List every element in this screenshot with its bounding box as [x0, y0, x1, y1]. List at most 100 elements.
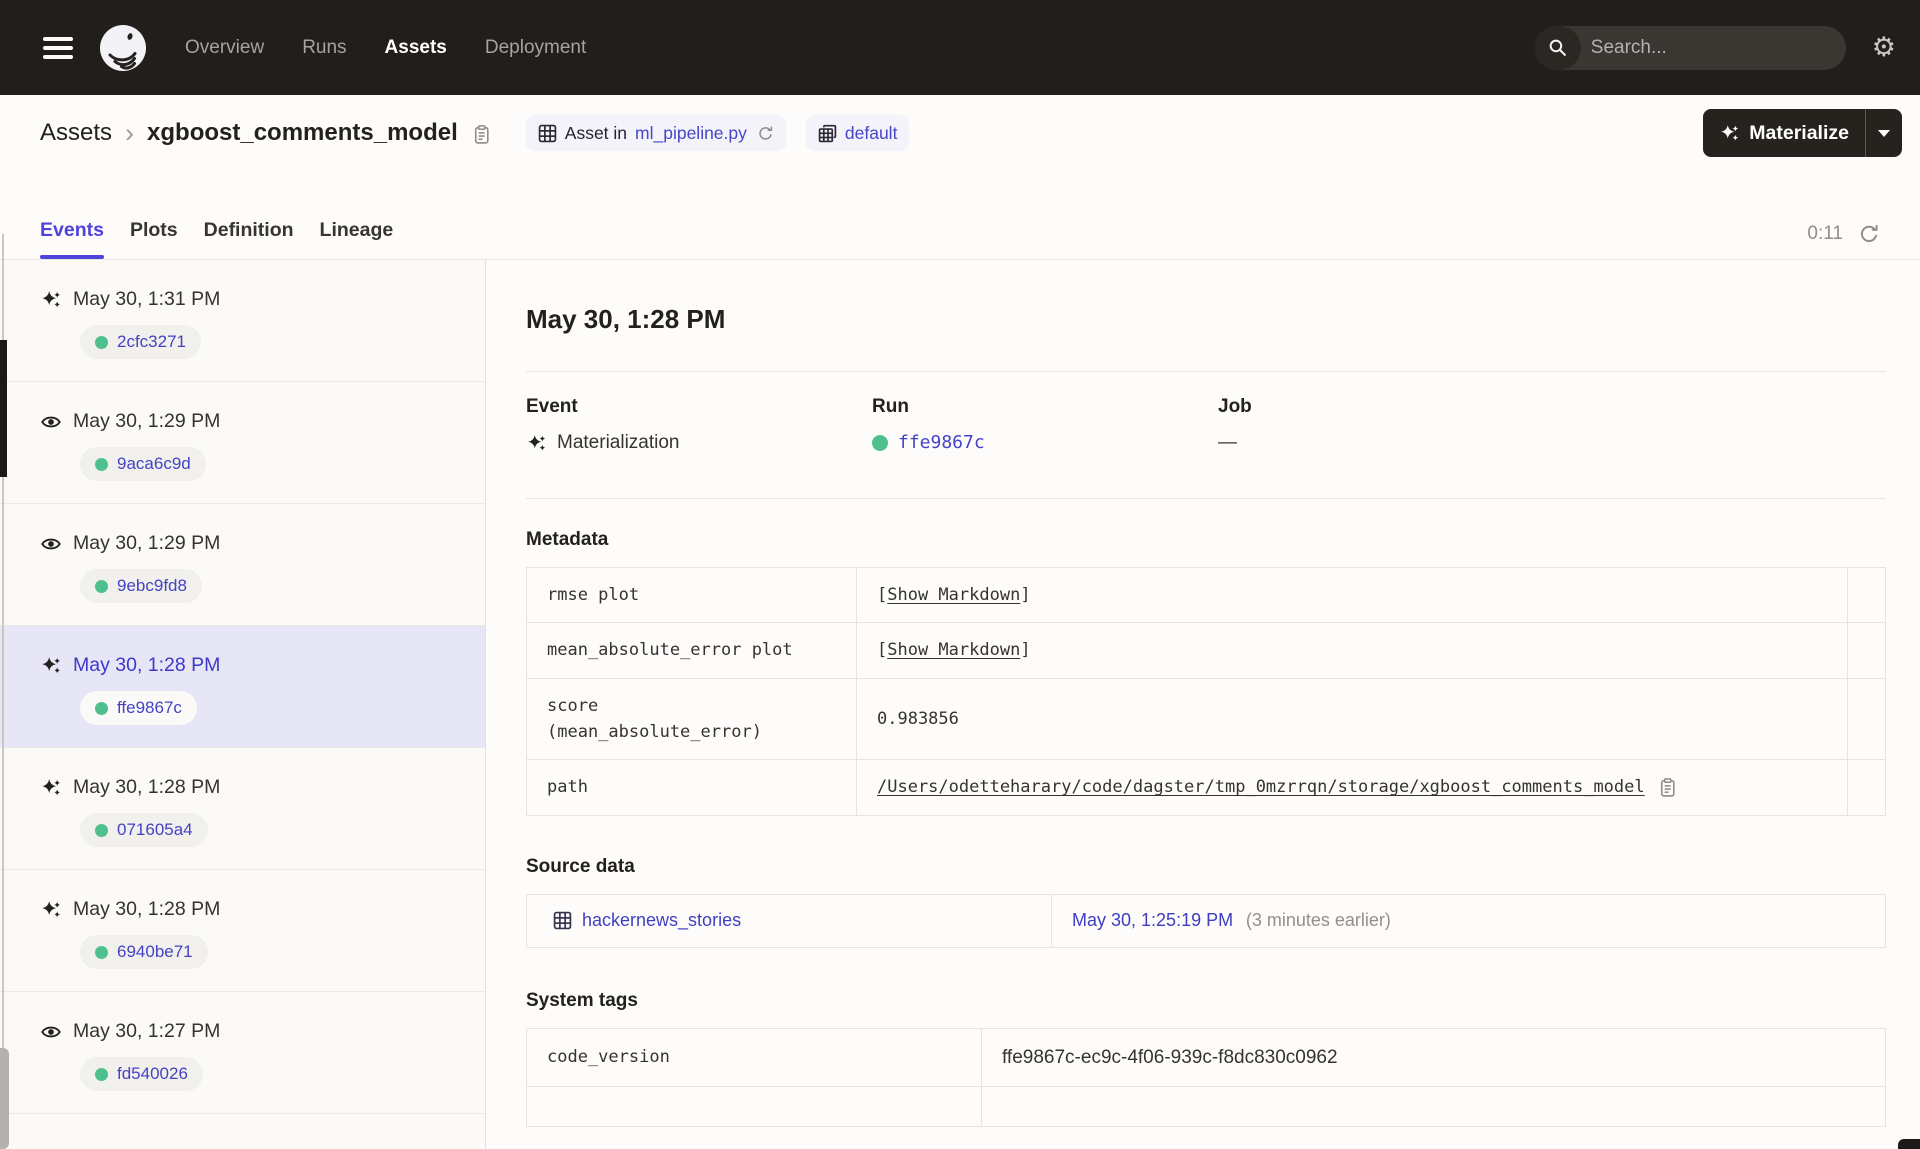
pipeline-file-link[interactable]: ml_pipeline.py: [635, 123, 747, 144]
event-list-item[interactable]: May 30, 1:28 PM ffe9867c: [0, 626, 485, 748]
event-list-item[interactable]: May 30, 1:28 PM 071605a4: [0, 748, 485, 870]
metadata-extra-cell: [1847, 622, 1886, 679]
event-list-item[interactable]: May 30, 1:31 PM 2cfc3271: [0, 260, 485, 382]
refresh-icon[interactable]: [1858, 223, 1880, 245]
run-id-link[interactable]: 6940be71: [117, 942, 193, 962]
left-scrollbar-thumb[interactable]: [0, 1048, 9, 1149]
event-list-item[interactable]: May 30, 1:29 PM 9aca6c9d: [0, 382, 485, 504]
tab-plots[interactable]: Plots: [130, 171, 178, 259]
metadata-row: rmse plot [Show Markdown]: [526, 566, 1886, 624]
group-tag-default[interactable]: default: [805, 115, 910, 151]
divider: [526, 371, 1886, 372]
run-status-dot: [95, 579, 108, 593]
reload-definitions-icon[interactable]: [757, 125, 774, 142]
gear-icon[interactable]: ⚙: [1872, 34, 1896, 61]
sparkle-icon: [1721, 124, 1739, 140]
run-id-pill[interactable]: fd540026: [80, 1057, 203, 1091]
run-id-pill[interactable]: 2cfc3271: [80, 325, 201, 359]
divider: [526, 498, 1886, 499]
page-title: xgboost_comments_model: [147, 119, 458, 146]
materialization-icon: [40, 289, 62, 311]
copy-path-icon[interactable]: [1657, 777, 1678, 798]
nav-item-deployment[interactable]: Deployment: [485, 37, 586, 59]
run-status-dot: [95, 335, 108, 349]
dagster-logo-icon[interactable]: [99, 24, 147, 72]
metadata-key: score (mean_absolute_error): [526, 677, 857, 761]
source-event-note: (3 minutes earlier): [1245, 909, 1391, 930]
metadata-key: path: [526, 759, 857, 816]
top-nav: Overview Runs Assets Deployment / ⚙: [0, 0, 1920, 95]
show-markdown-link[interactable]: [Show Markdown]: [877, 640, 1031, 660]
materialization-icon: [528, 434, 546, 450]
event-timestamp: May 30, 1:29 PM: [73, 410, 221, 432]
source-data-table: hackernews_stories May 30, 1:25:19 PM (3…: [526, 893, 1886, 948]
materialize-split-button: Materialize: [1703, 109, 1902, 157]
run-id-link[interactable]: 2cfc3271: [117, 332, 186, 352]
tab-lineage[interactable]: Lineage: [320, 171, 394, 259]
observation-icon: [40, 411, 62, 433]
hamburger-menu-icon[interactable]: [43, 32, 73, 64]
metadata-extra-cell: [1847, 677, 1886, 761]
asset-table-icon: [553, 911, 572, 930]
event-timestamp: May 30, 1:27 PM: [73, 1020, 221, 1042]
run-status-dot: [872, 434, 888, 451]
asset-group-icon: [818, 124, 837, 143]
materialize-button[interactable]: Materialize: [1703, 109, 1865, 157]
path-link[interactable]: /Users/odetteharary/code/dagster/tmp_0mz…: [877, 774, 1645, 800]
run-id-link[interactable]: 9ebc9fd8: [117, 576, 187, 596]
materialization-icon: [40, 899, 62, 921]
metadata-table: rmse plot [Show Markdown] mean_absolute_er…: [526, 566, 1886, 816]
metadata-extra-cell: [1847, 759, 1886, 816]
run-id-pill[interactable]: 6940be71: [80, 935, 208, 969]
search-input[interactable]: [1580, 36, 1846, 59]
materialize-dropdown-button[interactable]: [1866, 109, 1902, 157]
metadata-row: mean_absolute_error plot [Show Markdown]: [526, 622, 1886, 679]
source-event-time-link[interactable]: May 30, 1:25:19 PM: [1072, 910, 1233, 930]
run-id-link[interactable]: ffe9867c: [117, 698, 182, 718]
run-id-link[interactable]: ffe9867c: [898, 432, 985, 453]
nav-links: Overview Runs Assets Deployment: [185, 37, 586, 59]
event-list-item[interactable]: May 30, 1:29 PM 9ebc9fd8: [0, 504, 485, 626]
observation-icon: [40, 533, 62, 555]
run-id-pill[interactable]: 9ebc9fd8: [80, 569, 202, 603]
job-value: —: [1218, 432, 1237, 453]
run-id-pill[interactable]: 071605a4: [80, 813, 208, 847]
materialization-icon: [40, 777, 62, 799]
event-column-label: Event: [526, 396, 578, 417]
code-location-icon: [538, 124, 557, 143]
group-tag-link[interactable]: default: [845, 123, 898, 144]
asset-definition-tag[interactable]: Asset in ml_pipeline.py: [525, 115, 786, 151]
show-markdown-link[interactable]: [Show Markdown]: [877, 585, 1031, 605]
chevron-down-icon: [1878, 129, 1890, 137]
event-list-item[interactable]: May 30, 1:28 PM 6940be71: [0, 870, 485, 992]
breadcrumb-assets-link[interactable]: Assets: [40, 119, 112, 147]
materialization-icon: [40, 655, 62, 677]
nav-item-overview[interactable]: Overview: [185, 37, 264, 59]
run-status-dot: [95, 457, 108, 471]
nav-item-assets[interactable]: Assets: [385, 37, 447, 59]
run-id-pill[interactable]: 9aca6c9d: [80, 447, 206, 481]
run-column-label: Run: [872, 396, 909, 417]
event-detail-title: May 30, 1:28 PM: [526, 304, 726, 334]
copy-asset-name-icon[interactable]: [471, 124, 492, 145]
event-list-item[interactable]: May 30, 1:27 PM fd540026: [0, 992, 485, 1114]
tab-definition[interactable]: Definition: [204, 171, 294, 259]
page-header: Assets › xgboost_comments_model Asset in…: [0, 95, 1920, 171]
asset-tag-prefix: Asset in: [564, 122, 628, 143]
breadcrumb-separator: ›: [125, 117, 135, 148]
job-column-label: Job: [1218, 396, 1252, 417]
event-timestamp: May 30, 1:28 PM: [73, 898, 221, 920]
system-tags-table: code_version ffe9867c-ec9c-4f06-939c-f8dc…: [526, 1027, 1886, 1128]
run-id-link[interactable]: fd540026: [117, 1064, 188, 1084]
run-id-link[interactable]: 071605a4: [117, 820, 193, 840]
event-timestamp: May 30, 1:31 PM: [73, 288, 221, 310]
run-id-pill[interactable]: ffe9867c: [80, 691, 197, 725]
search-box[interactable]: /: [1534, 25, 1846, 70]
system-tag-key: code_version: [526, 1027, 982, 1088]
nav-item-runs[interactable]: Runs: [302, 37, 346, 59]
run-status-dot: [95, 945, 108, 959]
event-column: Event Materialization: [526, 396, 872, 454]
tab-events[interactable]: Events: [40, 171, 104, 259]
run-id-link[interactable]: 9aca6c9d: [117, 454, 191, 474]
source-asset-link[interactable]: hackernews_stories: [582, 907, 741, 935]
